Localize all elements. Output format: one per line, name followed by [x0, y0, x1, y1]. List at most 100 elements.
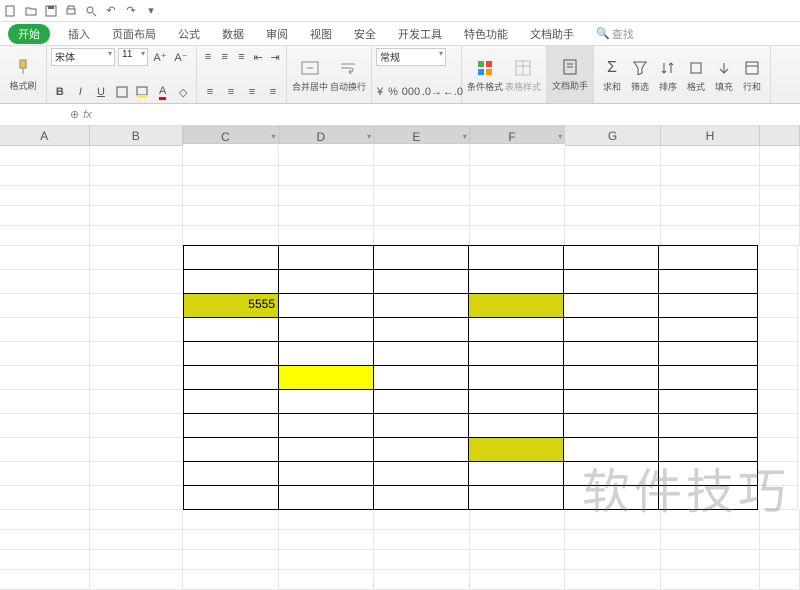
cell-I11[interactable]: [758, 366, 798, 390]
cell-G17[interactable]: [565, 510, 661, 530]
tab-formula[interactable]: 公式: [174, 24, 204, 44]
cell-F14[interactable]: [468, 437, 564, 462]
cell-C9[interactable]: [183, 317, 279, 342]
sort-button[interactable]: 排序: [654, 48, 682, 102]
font-name-select[interactable]: 宋体: [51, 48, 115, 66]
cell-B13[interactable]: [90, 414, 184, 438]
cell-D12[interactable]: [278, 389, 374, 414]
cell-F3[interactable]: [470, 186, 566, 206]
cell-H3[interactable]: [661, 186, 761, 206]
cell-H9[interactable]: [658, 317, 758, 342]
cell-B9[interactable]: [90, 318, 184, 342]
cell-C19[interactable]: [183, 550, 279, 570]
cell-A2[interactable]: [0, 166, 90, 186]
tab-view[interactable]: 视图: [306, 24, 336, 44]
cell-C17[interactable]: [183, 510, 279, 530]
cell-B7[interactable]: [90, 270, 184, 294]
col-header-G[interactable]: G: [565, 126, 660, 146]
cell-A6[interactable]: [0, 246, 90, 270]
cell-E18[interactable]: [374, 530, 470, 550]
cell-I20[interactable]: [760, 570, 800, 590]
cell-F5[interactable]: [470, 226, 566, 246]
tab-dev[interactable]: 开发工具: [394, 24, 446, 44]
cell-G15[interactable]: [563, 461, 659, 486]
align-center-button[interactable]: ≡: [222, 83, 240, 101]
cell-H20[interactable]: [661, 570, 761, 590]
save-icon[interactable]: [44, 4, 58, 18]
cell-C6[interactable]: [183, 245, 279, 270]
indent-left-button[interactable]: ⇤: [251, 48, 265, 66]
format-painter-button[interactable]: 格式刷: [4, 48, 42, 101]
cell-D15[interactable]: [278, 461, 374, 486]
cell-G19[interactable]: [565, 550, 661, 570]
cell-D5[interactable]: [279, 226, 375, 246]
col-header-H[interactable]: H: [661, 126, 760, 146]
cell-E20[interactable]: [374, 570, 470, 590]
font-size-select[interactable]: 11: [118, 48, 148, 66]
cell-I19[interactable]: [760, 550, 800, 570]
cell-I16[interactable]: [758, 486, 798, 510]
cell-E1[interactable]: [374, 146, 470, 166]
cell-B4[interactable]: [90, 206, 184, 226]
cell-C11[interactable]: [183, 365, 279, 390]
comma-button[interactable]: 000: [402, 83, 420, 101]
cell-E7[interactable]: [373, 269, 469, 294]
redo-icon[interactable]: ↷: [124, 4, 138, 18]
cell-H13[interactable]: [658, 413, 758, 438]
cell-I10[interactable]: [758, 342, 798, 366]
fill-color-button[interactable]: [133, 83, 151, 101]
cell-D13[interactable]: [278, 413, 374, 438]
cell-A11[interactable]: [0, 366, 90, 390]
cell-F17[interactable]: [470, 510, 566, 530]
cell-I3[interactable]: [760, 186, 800, 206]
cell-C5[interactable]: [183, 226, 279, 246]
cell-D20[interactable]: [279, 570, 375, 590]
merge-center-button[interactable]: 合并居中: [291, 48, 329, 102]
cell-G20[interactable]: [565, 570, 661, 590]
cell-E12[interactable]: [373, 389, 469, 414]
cell-I17[interactable]: [760, 510, 800, 530]
cell-A9[interactable]: [0, 318, 90, 342]
cell-D11[interactable]: [278, 365, 374, 390]
cell-I18[interactable]: [760, 530, 800, 550]
cell-A1[interactable]: [0, 146, 90, 166]
cell-A4[interactable]: [0, 206, 90, 226]
cell-D9[interactable]: [278, 317, 374, 342]
sum-button[interactable]: Σ 求和: [598, 48, 626, 102]
tab-start[interactable]: 开始: [8, 24, 50, 44]
open-icon[interactable]: [24, 4, 38, 18]
cell-E6[interactable]: [373, 245, 469, 270]
cell-I15[interactable]: [758, 462, 798, 486]
cell-C7[interactable]: [183, 269, 279, 294]
decrease-decimal-button[interactable]: ←.0: [444, 83, 462, 101]
align-left-button[interactable]: ≡: [201, 83, 219, 101]
cell-D18[interactable]: [279, 530, 375, 550]
fill-button[interactable]: 填充: [710, 48, 738, 102]
cell-H10[interactable]: [658, 341, 758, 366]
cell-A16[interactable]: [0, 486, 90, 510]
indent-right-button[interactable]: ⇥: [268, 48, 282, 66]
cell-F12[interactable]: [468, 389, 564, 414]
qat-dropdown-icon[interactable]: ▾: [144, 4, 158, 18]
cell-I13[interactable]: [758, 414, 798, 438]
cell-B5[interactable]: [90, 226, 184, 246]
cell-B10[interactable]: [90, 342, 184, 366]
col-header-E[interactable]: E: [374, 126, 470, 144]
cell-I8[interactable]: [758, 294, 798, 318]
cell-I9[interactable]: [758, 318, 798, 342]
cell-C20[interactable]: [183, 570, 279, 590]
cell-B18[interactable]: [90, 530, 184, 550]
cell-F4[interactable]: [470, 206, 566, 226]
cell-I4[interactable]: [760, 206, 800, 226]
cell-A15[interactable]: [0, 462, 90, 486]
cell-E14[interactable]: [373, 437, 469, 462]
cell-E10[interactable]: [373, 341, 469, 366]
cell-E17[interactable]: [374, 510, 470, 530]
cell-H8[interactable]: [658, 293, 758, 318]
cell-H14[interactable]: [658, 437, 758, 462]
cell-H1[interactable]: [661, 146, 761, 166]
cell-E11[interactable]: [373, 365, 469, 390]
cell-H19[interactable]: [661, 550, 761, 570]
underline-button[interactable]: U: [92, 83, 110, 101]
cell-H17[interactable]: [661, 510, 761, 530]
